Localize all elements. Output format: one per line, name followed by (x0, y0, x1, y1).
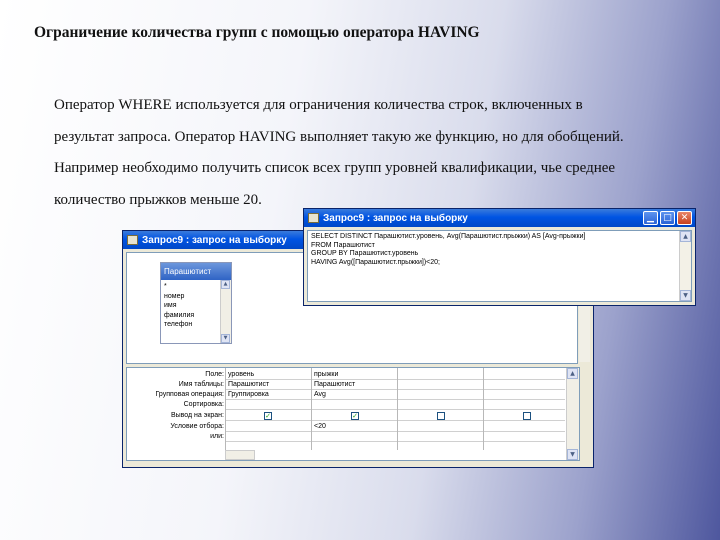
sql-line: SELECT DISTINCT Парашютист.уровень, Avg(… (311, 233, 586, 240)
row-label-show: Вывод на экран: (170, 412, 224, 419)
grid-cell-group[interactable]: Avg (312, 390, 396, 399)
scroll-down-icon[interactable]: ▼ (680, 290, 691, 301)
field-list-scrollbar[interactable]: ▲ ▼ (220, 280, 231, 343)
grid-cell-field[interactable]: прыжки (312, 370, 396, 379)
sql-line: GROUP BY Парашютист.уровень (311, 250, 419, 258)
scroll-up-icon[interactable]: ▲ (567, 368, 578, 379)
scroll-up-icon[interactable]: ▲ (221, 280, 230, 289)
row-label-field: Поле: (205, 371, 224, 378)
sql-vscrollbar[interactable]: ▲ ▼ (679, 231, 691, 301)
sql-view-window[interactable]: Запрос9 : запрос на выборку ▁ □ ✕ SELECT… (303, 208, 696, 306)
design-grid[interactable]: Поле: Имя таблицы: Групповая операция: С… (126, 367, 580, 461)
sql-window-title: Запрос9 : запрос на выборку (323, 212, 468, 224)
row-label-sort: Сортировка: (183, 401, 224, 408)
paragraph-line: Оператор WHERE используется для ограниче… (54, 97, 583, 113)
minimize-button[interactable]: ▁ (643, 211, 658, 225)
slide-title: Ограничение количества групп с помощью о… (34, 24, 480, 41)
row-label-group: Групповая операция: (155, 391, 224, 398)
scroll-down-icon[interactable]: ▼ (567, 449, 578, 460)
row-label-or: или: (210, 433, 224, 440)
table-field-list[interactable]: Парашютист * номер имя фамилия телефон ▲… (160, 262, 232, 344)
grid-cell-criteria[interactable]: <20 (312, 422, 396, 431)
maximize-button[interactable]: □ (660, 211, 675, 225)
sql-text[interactable]: SELECT DISTINCT Парашютист.уровень, Avg(… (311, 233, 585, 267)
grid-cell-table[interactable]: Парашютист (312, 380, 396, 389)
row-label-criteria: Условие отбора: (170, 423, 224, 430)
grid-cell-field[interactable]: уровень (226, 370, 310, 379)
paragraph-line: Например необходимо получить список всех… (54, 160, 616, 176)
paragraph-line: результат запроса. Оператор HAVING выпол… (54, 128, 624, 145)
grid-cell-table[interactable]: Парашютист (226, 380, 310, 389)
check-icon: ✓ (352, 412, 358, 420)
table-name[interactable]: Парашютист (161, 263, 231, 280)
show-checkbox[interactable]: ✓ (351, 412, 359, 420)
query-app-icon (308, 213, 319, 223)
sql-line: HAVING Avg([Парашютист.прыжки])<20; (311, 258, 440, 266)
grid-cell-group[interactable]: Группировка (226, 390, 310, 399)
scroll-up-icon[interactable]: ▲ (680, 231, 691, 242)
slide-paragraph: Оператор WHERE используется для ограниче… (54, 90, 694, 216)
sql-editor[interactable]: SELECT DISTINCT Парашютист.уровень, Avg(… (307, 230, 692, 302)
show-checkbox[interactable] (523, 412, 531, 420)
show-checkbox[interactable] (437, 412, 445, 420)
sql-line: FROM Парашютист (311, 241, 375, 249)
check-icon: ✓ (265, 412, 271, 420)
query-app-icon (127, 235, 138, 245)
show-checkbox[interactable]: ✓ (264, 412, 272, 420)
grid-vscrollbar[interactable]: ▲ ▼ (566, 368, 579, 460)
row-label-table: Имя таблицы: (178, 381, 224, 388)
close-button[interactable]: ✕ (677, 211, 692, 225)
sql-window-titlebar[interactable]: Запрос9 : запрос на выборку ▁ □ ✕ (304, 209, 695, 227)
scroll-down-icon[interactable]: ▼ (221, 334, 230, 343)
grid-hscrollbar[interactable] (225, 450, 255, 460)
